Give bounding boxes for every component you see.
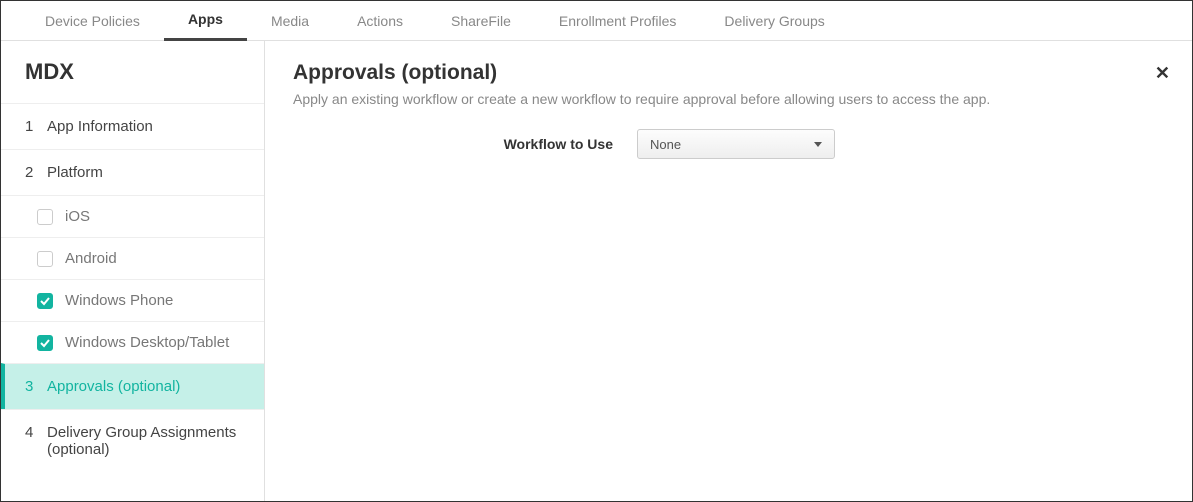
tab-delivery-groups[interactable]: Delivery Groups: [700, 1, 848, 41]
step-number: 2: [25, 164, 37, 181]
workflow-dropdown[interactable]: None: [637, 129, 835, 159]
step-label: Platform: [47, 164, 103, 181]
step-number: 4: [25, 424, 37, 441]
checkbox-icon[interactable]: [37, 209, 53, 225]
platform-label: iOS: [65, 208, 90, 225]
checkbox-icon[interactable]: [37, 293, 53, 309]
sidebar: MDX 1 App Information 2 Platform iOS And…: [1, 41, 265, 501]
tab-media[interactable]: Media: [247, 1, 333, 41]
sidebar-title: MDX: [1, 41, 264, 103]
step-platform[interactable]: 2 Platform: [1, 149, 264, 195]
workflow-label: Workflow to Use: [473, 136, 613, 152]
step-label: App Information: [47, 118, 153, 135]
close-icon[interactable]: ✕: [1155, 63, 1170, 84]
tab-device-policies[interactable]: Device Policies: [21, 1, 164, 41]
form-row-workflow: Workflow to Use None: [473, 129, 1164, 159]
tab-apps[interactable]: Apps: [164, 1, 247, 41]
dropdown-value: None: [650, 137, 681, 152]
checkbox-icon[interactable]: [37, 335, 53, 351]
step-number: 1: [25, 118, 37, 135]
page-description: Apply an existing workflow or create a n…: [293, 91, 1164, 107]
platform-windows-desktop-tablet[interactable]: Windows Desktop/Tablet: [1, 321, 264, 363]
platform-label: Windows Desktop/Tablet: [65, 334, 229, 351]
platform-ios[interactable]: iOS: [1, 195, 264, 237]
platform-label: Android: [65, 250, 117, 267]
step-app-information[interactable]: 1 App Information: [1, 103, 264, 149]
tab-actions[interactable]: Actions: [333, 1, 427, 41]
tab-sharefile[interactable]: ShareFile: [427, 1, 535, 41]
platform-windows-phone[interactable]: Windows Phone: [1, 279, 264, 321]
main-area: MDX 1 App Information 2 Platform iOS And…: [1, 41, 1192, 501]
step-delivery-group-assignments[interactable]: 4 Delivery Group Assignments (optional): [1, 409, 264, 472]
step-approvals[interactable]: 3 Approvals (optional): [1, 363, 264, 409]
chevron-down-icon: [814, 142, 822, 147]
content-panel: ✕ Approvals (optional) Apply an existing…: [265, 41, 1192, 501]
step-label: Approvals (optional): [47, 378, 180, 395]
page-title: Approvals (optional): [293, 61, 1164, 85]
top-tabs: Device Policies Apps Media Actions Share…: [1, 1, 1192, 41]
step-number: 3: [25, 378, 37, 395]
checkbox-icon[interactable]: [37, 251, 53, 267]
platform-label: Windows Phone: [65, 292, 173, 309]
platform-android[interactable]: Android: [1, 237, 264, 279]
step-label: Delivery Group Assignments (optional): [47, 424, 240, 458]
tab-enrollment-profiles[interactable]: Enrollment Profiles: [535, 1, 701, 41]
